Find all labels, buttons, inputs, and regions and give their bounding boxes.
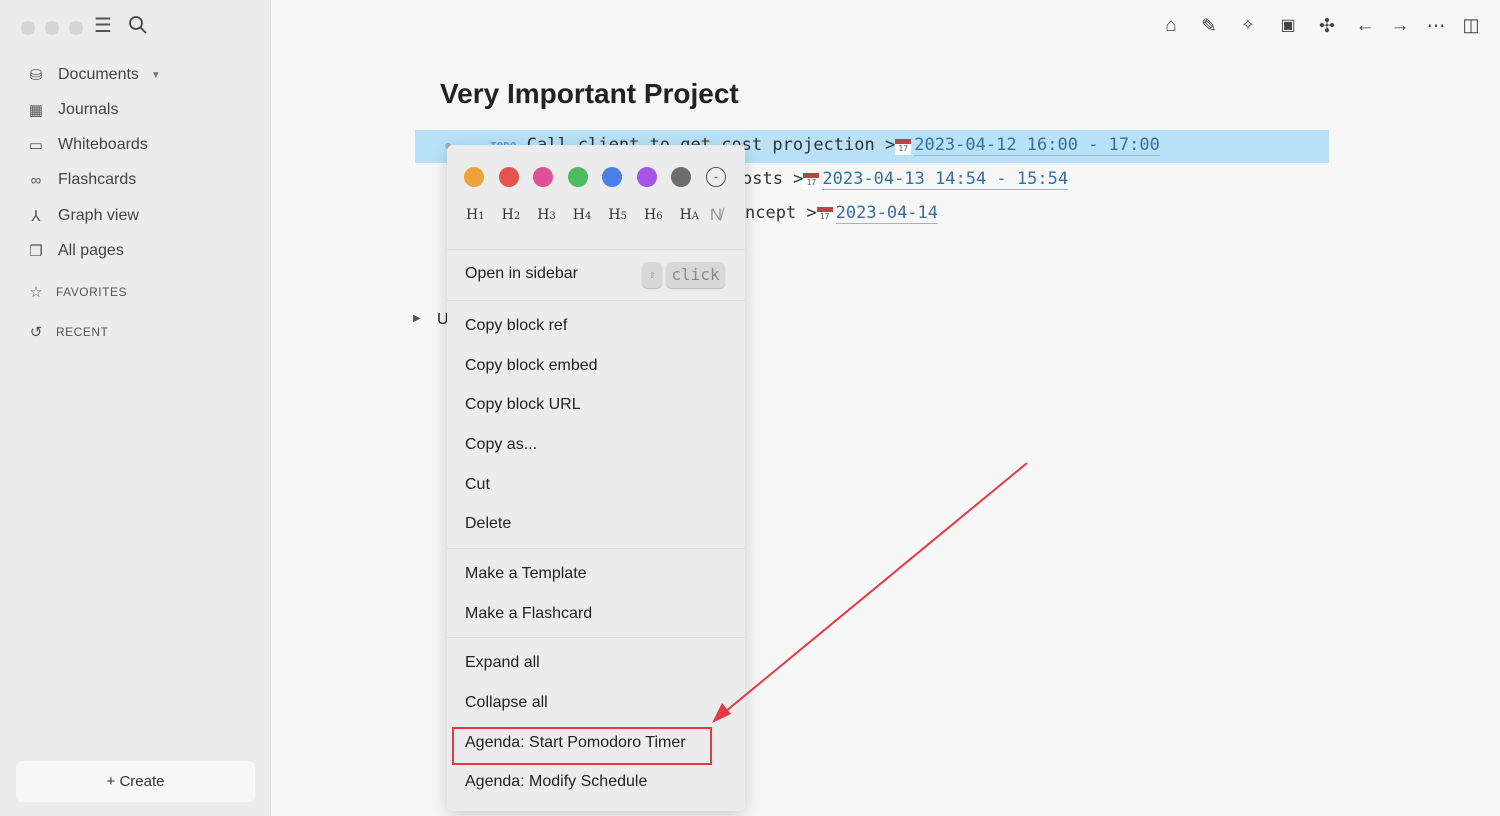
annotation-arrow: [712, 462, 1028, 723]
